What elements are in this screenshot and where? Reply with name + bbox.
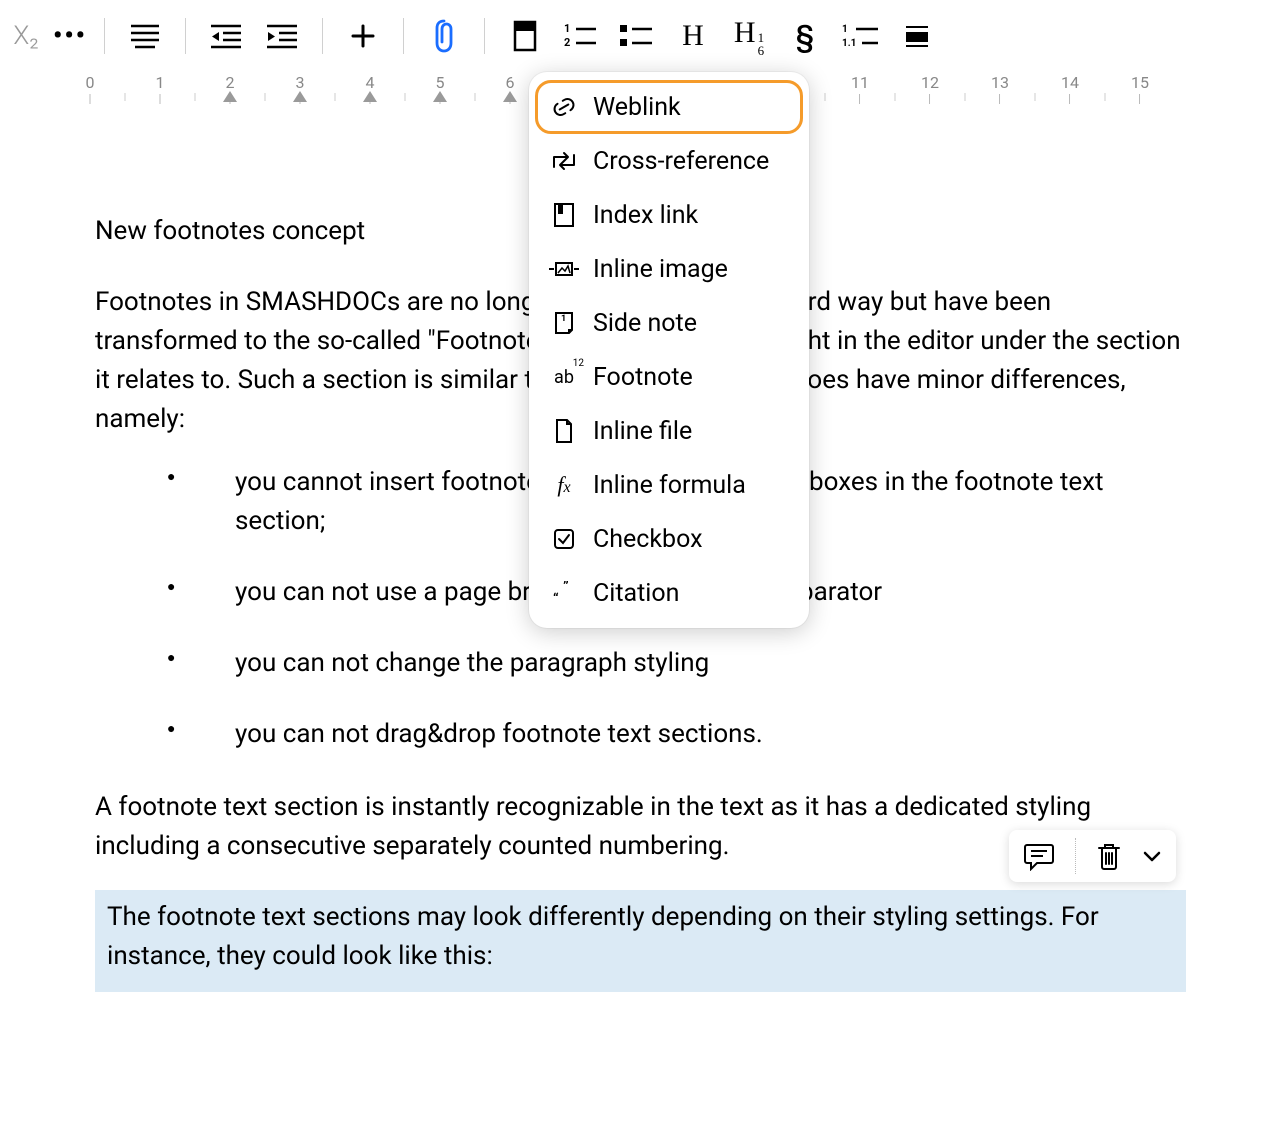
ruler-half-tick <box>125 93 126 101</box>
svg-text:1: 1 <box>561 314 566 324</box>
list-item: you can not drag&drop footnote text sect… <box>95 715 1186 754</box>
comment-button[interactable] <box>1023 841 1055 871</box>
list-item: you can not change the paragraph styling <box>95 644 1186 683</box>
menu-label: Weblink <box>593 93 681 122</box>
ruler-half-tick <box>1035 93 1036 101</box>
toolbar-separator <box>185 18 186 54</box>
heading-button[interactable]: H <box>665 8 721 64</box>
bullet-list-button[interactable] <box>609 8 665 64</box>
heading-levels-button[interactable]: H16 <box>721 8 777 64</box>
paragraph-style-button[interactable] <box>889 8 945 64</box>
ruler-half-tick <box>265 93 266 101</box>
link-icon <box>549 92 579 122</box>
formula-icon: fx <box>549 470 579 500</box>
footnote-icon: ab12 <box>549 362 579 392</box>
menu-checkbox[interactable]: Checkbox <box>535 512 803 566</box>
insert-dropdown: Weblink Cross-reference Index link Inlin… <box>529 72 809 628</box>
ruler-tick: 14 <box>1061 73 1079 104</box>
menu-weblink[interactable]: Weblink <box>535 80 803 134</box>
ruler-indent-marker[interactable] <box>503 91 517 102</box>
doc-highlighted-paragraph: The footnote text sections may look diff… <box>95 890 1186 992</box>
toolbar-separator <box>403 18 404 54</box>
menu-label: Inline file <box>593 417 692 446</box>
ruler-half-tick <box>965 93 966 101</box>
expand-button[interactable] <box>1142 849 1162 863</box>
ruler-tick: 1 <box>156 73 165 104</box>
more-button[interactable]: ••• <box>48 8 92 64</box>
actionbar-separator <box>1075 838 1076 874</box>
numbered-list-button[interactable]: 12 <box>553 8 609 64</box>
ruler-indent-marker[interactable] <box>433 91 447 102</box>
ruler-tick: 0 <box>86 73 95 104</box>
svg-text:1: 1 <box>564 22 570 35</box>
page-break-button[interactable] <box>497 8 553 64</box>
svg-text:2: 2 <box>564 36 570 49</box>
citation-icon: ”“ <box>549 578 579 608</box>
menu-inline-formula[interactable]: fx Inline formula <box>535 458 803 512</box>
index-link-icon <box>549 200 579 230</box>
menu-label: Footnote <box>593 363 693 392</box>
add-button[interactable] <box>335 8 391 64</box>
menu-index-link[interactable]: Index link <box>535 188 803 242</box>
menu-label: Citation <box>593 579 679 608</box>
subscript-button[interactable]: X₂ <box>4 8 48 64</box>
ruler-tick: 15 <box>1131 73 1149 104</box>
menu-label: Cross-reference <box>593 147 769 176</box>
inline-image-icon <box>549 254 579 284</box>
ruler-half-tick <box>335 93 336 101</box>
svg-text:1: 1 <box>842 24 848 35</box>
menu-cross-reference[interactable]: Cross-reference <box>535 134 803 188</box>
ruler-half-tick <box>405 93 406 101</box>
toolbar-separator <box>322 18 323 54</box>
ruler-half-tick <box>195 93 196 101</box>
attach-button[interactable] <box>416 8 472 64</box>
section-action-bar <box>1009 830 1176 882</box>
ruler-tick: 13 <box>991 73 1009 104</box>
menu-citation[interactable]: ”“ Citation <box>535 566 803 620</box>
menu-label: Inline formula <box>593 471 746 500</box>
file-icon <box>549 416 579 446</box>
delete-button[interactable] <box>1096 841 1122 871</box>
indent-button[interactable] <box>254 8 310 64</box>
ruler-tick: 11 <box>851 73 869 104</box>
justify-button[interactable] <box>117 8 173 64</box>
menu-inline-image[interactable]: Inline image <box>535 242 803 296</box>
section-symbol-button[interactable]: § <box>777 8 833 64</box>
svg-text:”: ” <box>563 581 569 595</box>
toolbar-separator <box>104 18 105 54</box>
menu-side-note[interactable]: 1 Side note <box>535 296 803 350</box>
svg-text:“: “ <box>553 591 559 605</box>
ruler-half-tick <box>825 93 826 101</box>
ruler-half-tick <box>475 93 476 101</box>
menu-footnote[interactable]: ab12 Footnote <box>535 350 803 404</box>
ruler-indent-marker[interactable] <box>293 91 307 102</box>
ruler-tick: 12 <box>921 73 939 104</box>
side-note-icon: 1 <box>549 308 579 338</box>
outdent-button[interactable] <box>198 8 254 64</box>
main-toolbar: X₂ ••• 12 H H16 § 11.1 <box>0 0 1276 72</box>
multilevel-list-button[interactable]: 11.1 <box>833 8 889 64</box>
ruler-indent-marker[interactable] <box>223 91 237 102</box>
menu-label: Checkbox <box>593 525 703 554</box>
menu-inline-file[interactable]: Inline file <box>535 404 803 458</box>
toolbar-separator <box>484 18 485 54</box>
checkbox-icon <box>549 524 579 554</box>
svg-text:1.1: 1.1 <box>842 38 856 49</box>
menu-label: Inline image <box>593 255 728 284</box>
ruler-indent-marker[interactable] <box>363 91 377 102</box>
menu-label: Side note <box>593 309 697 338</box>
ruler-half-tick <box>1105 93 1106 101</box>
cross-ref-icon <box>549 146 579 176</box>
menu-label: Index link <box>593 201 698 230</box>
ruler-half-tick <box>895 93 896 101</box>
